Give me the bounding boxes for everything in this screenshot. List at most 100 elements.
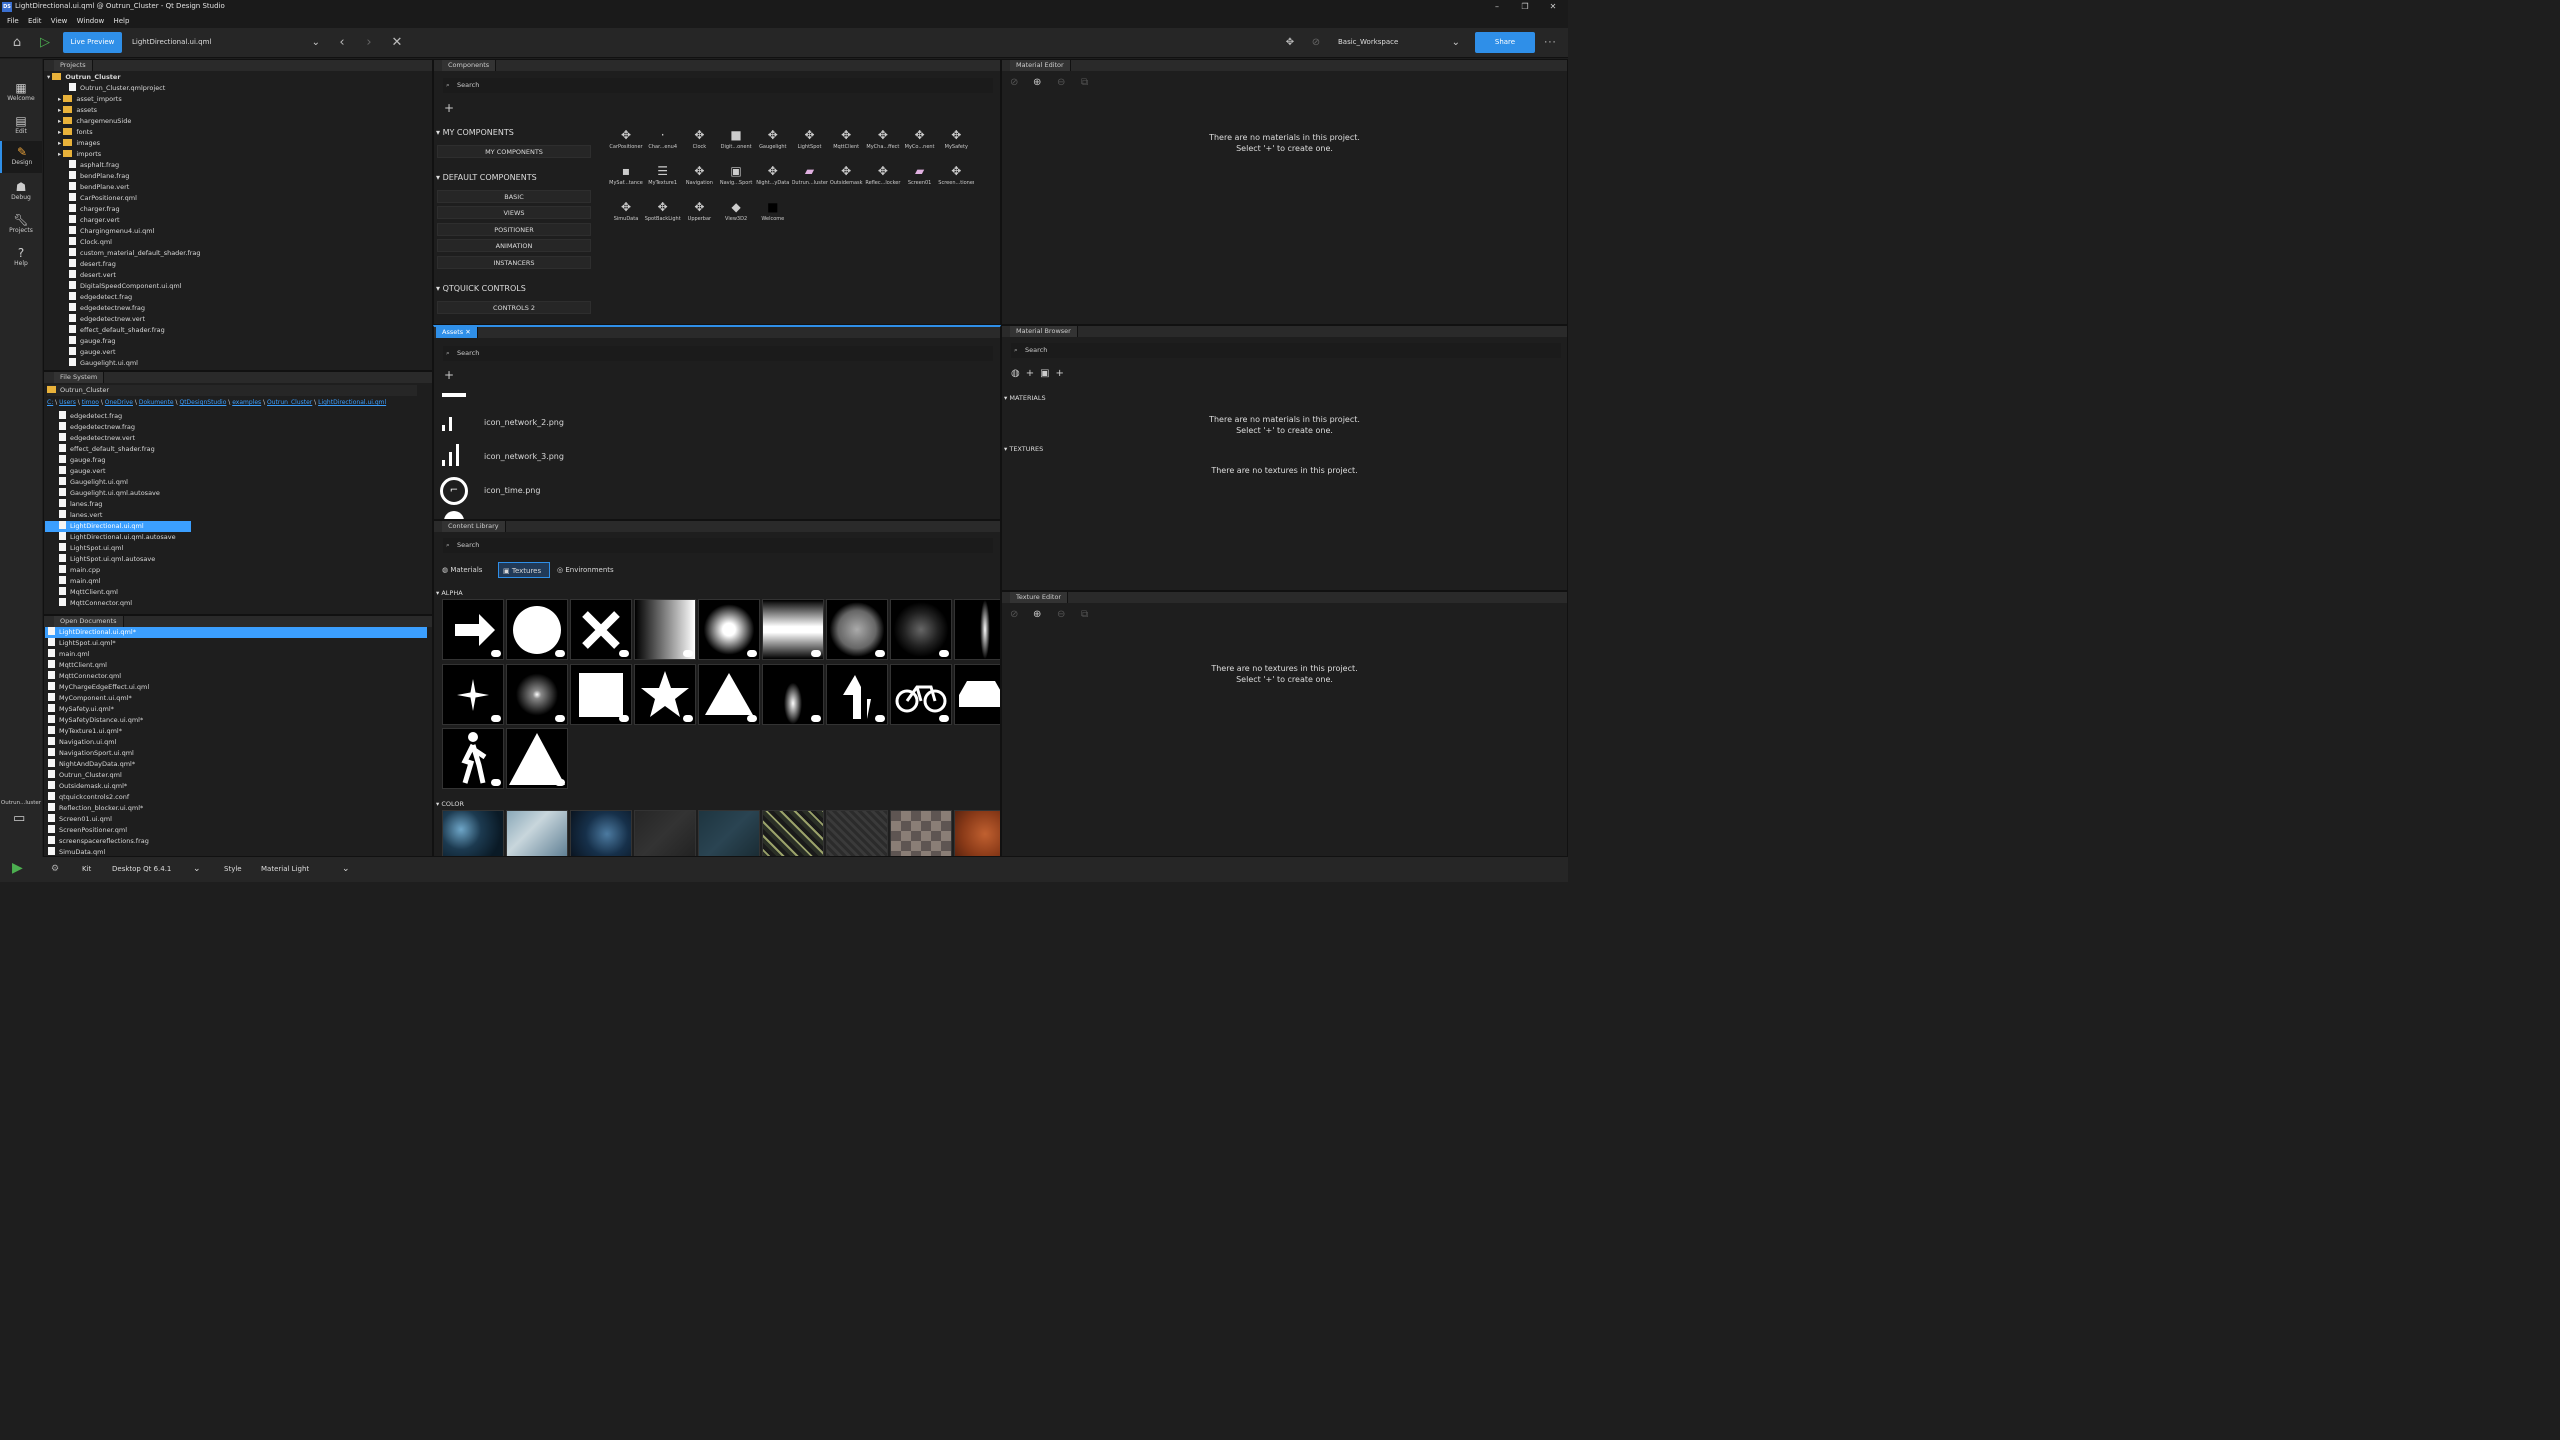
more-icon[interactable]: ⋯ [1540, 28, 1560, 58]
component-item[interactable]: ✥ SpotBackLight [645, 198, 681, 232]
texture-tile[interactable] [826, 810, 888, 856]
apply-icon[interactable]: ⊘ [1010, 77, 1018, 88]
open-document-item[interactable]: qtquickcontrols2.conf [45, 792, 427, 803]
component-item[interactable]: ✥ CarPositioner [608, 126, 644, 160]
copy-icon[interactable]: ⧉ [1081, 77, 1088, 88]
components-search[interactable]: Search [443, 78, 993, 93]
component-item[interactable]: ✥ Navigation [681, 162, 717, 196]
download-icon[interactable] [875, 650, 885, 657]
texture-tile[interactable] [890, 663, 952, 725]
download-icon[interactable] [747, 650, 757, 657]
download-icon[interactable] [811, 714, 821, 722]
component-item[interactable]: · Char...enu4 [645, 126, 681, 160]
component-item[interactable]: ✥ MqttClient [828, 126, 864, 160]
tree-item[interactable]: desert.frag [69, 259, 116, 270]
home-icon[interactable]: ⌂ [7, 28, 27, 58]
close-document-icon[interactable]: ✕ [387, 28, 407, 58]
texture-tile[interactable] [506, 663, 568, 725]
menu-file[interactable]: File [7, 14, 19, 28]
tab-material-editor[interactable]: Material Editor [1010, 60, 1071, 71]
category-button[interactable]: CONTROLS 2 [437, 300, 591, 314]
current-file-combo[interactable]: LightDirectional.ui.qml ⌄ [126, 32, 322, 53]
texture-tile[interactable] [954, 599, 1000, 660]
breadcrumb-segment[interactable]: Outrun_Cluster [267, 399, 312, 406]
assets-search[interactable]: Search [443, 346, 993, 361]
open-document-item[interactable]: Outsidemask.ui.qml* [45, 781, 427, 792]
tree-item[interactable]: Clock.qml [69, 237, 112, 248]
component-item[interactable]: ☰ MyTexture1 [645, 162, 681, 196]
tab-textures[interactable]: ▣ Textures [498, 562, 550, 578]
breadcrumb-segment[interactable]: Users [59, 399, 76, 406]
mode-help[interactable]: ? Help [0, 242, 42, 274]
file-item[interactable]: gauge.frag [45, 455, 425, 466]
tree-item[interactable]: DigitalSpeedComponent.ui.qml [69, 281, 182, 292]
project-root[interactable]: ▾ Outrun_Cluster [47, 72, 121, 83]
file-item[interactable]: LightSpot.ui.qml [45, 543, 425, 554]
section-materials[interactable]: ▾ MATERIALS [1004, 392, 1046, 405]
run-icon[interactable]: ▷ [35, 28, 55, 58]
style-combo[interactable]: Material Light [261, 857, 309, 882]
open-document-item[interactable]: MySafety.ui.qml* [45, 704, 427, 715]
download-icon[interactable] [491, 779, 501, 786]
texture-tile[interactable] [762, 663, 824, 725]
file-item[interactable]: lanes.vert [45, 510, 425, 521]
tree-item[interactable]: gauge.vert [69, 347, 116, 358]
download-icon[interactable] [683, 650, 693, 657]
tab-file-system[interactable]: File System [54, 372, 105, 383]
remove-icon[interactable]: ⊖ [1057, 609, 1065, 620]
open-document-item[interactable]: LightDirectional.ui.qml* [45, 627, 427, 638]
tree-item[interactable]: ▸ fonts [58, 127, 93, 138]
component-item[interactable]: ◆ View3D2 [718, 198, 754, 232]
mode-projects[interactable]: 🔧︎ Projects [0, 209, 42, 241]
tree-item[interactable]: bendPlane.frag [69, 171, 129, 182]
file-item[interactable]: gauge.vert [45, 466, 425, 477]
mode-welcome[interactable]: ▦ Welcome [0, 77, 42, 109]
open-document-item[interactable]: ScreenPositioner.qml [45, 825, 427, 836]
file-item[interactable]: MqttClient.qml [45, 587, 425, 598]
asset-item[interactable]: icon_network_2.png [484, 417, 564, 428]
chevron-down-icon[interactable]: ⌄ [342, 857, 350, 882]
content-library-search[interactable]: Search [443, 538, 993, 553]
tree-item[interactable]: gauge.frag [69, 336, 116, 347]
file-item[interactable]: edgedetectnew.frag [45, 422, 425, 433]
back-icon[interactable]: ‹ [332, 28, 352, 58]
file-item[interactable]: Gaugelight.ui.qml.autosave [45, 488, 425, 499]
download-icon[interactable] [491, 650, 501, 657]
tree-item[interactable]: effect_default_shader.frag [69, 325, 165, 336]
asset-item[interactable]: icon_time.png [484, 485, 540, 496]
breadcrumb-segment[interactable]: QtDesignStudio [179, 399, 226, 406]
component-item[interactable]: ✥ MyCha...ffect [865, 126, 901, 160]
kit-combo[interactable]: Desktop Qt 6.4.1 [112, 857, 171, 882]
menu-help[interactable]: Help [113, 14, 129, 28]
component-item[interactable]: ▰ Outrun...luster [792, 162, 828, 196]
open-document-item[interactable]: MqttConnector.qml [45, 671, 427, 682]
run-project-icon[interactable]: ▶ [12, 860, 23, 876]
component-item[interactable]: ✥ Night...yData [755, 162, 791, 196]
tree-item[interactable]: Chargingmenu4.ui.qml [69, 226, 154, 237]
texture-tile[interactable] [634, 599, 696, 660]
mode-edit[interactable]: ▤ Edit [0, 110, 42, 142]
settings-icon[interactable]: ⚙ [51, 857, 59, 882]
tab-environments[interactable]: ◎ Environments [557, 562, 614, 578]
component-item[interactable]: ■ Digit...onent [718, 126, 754, 160]
tree-item[interactable]: ▸ asset_imports [58, 94, 122, 105]
chevron-down-icon[interactable]: ⌄ [193, 857, 201, 882]
texture-tile[interactable] [762, 599, 824, 660]
tree-item[interactable]: ▸ chargemenuSide [58, 116, 131, 127]
add-material-icon[interactable]: ⊕ [1033, 77, 1041, 88]
texture-tile[interactable] [826, 663, 888, 725]
tree-item[interactable]: desert.vert [69, 270, 116, 281]
tab-materials[interactable]: ◍ Materials [442, 562, 482, 578]
texture-tile[interactable] [442, 663, 504, 725]
texture-tile[interactable] [698, 810, 760, 856]
close-button[interactable]: ✕ [1538, 0, 1568, 14]
download-icon[interactable] [875, 714, 885, 722]
category-button[interactable]: VIEWS [437, 206, 591, 220]
open-document-item[interactable]: NightAndDayData.qml* [45, 759, 427, 770]
open-document-item[interactable]: MyTexture1.ui.qml* [45, 726, 427, 737]
mode-debug[interactable]: ☗ Debug [0, 176, 42, 208]
texture-tile[interactable] [634, 810, 696, 856]
file-item[interactable]: LightDirectional.ui.qml [45, 521, 191, 532]
file-item[interactable]: MqttConnector.qml [45, 598, 425, 609]
components-icon[interactable]: ✥ [1280, 28, 1300, 58]
